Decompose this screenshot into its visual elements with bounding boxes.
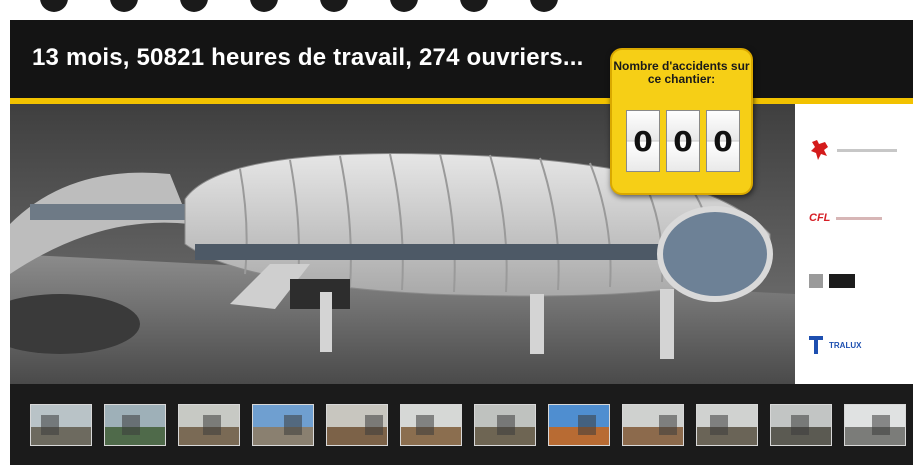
- photo-structure: [710, 415, 728, 435]
- counter-digits: 0 0 0: [626, 110, 740, 172]
- photo-thumbnail[interactable]: [178, 404, 240, 446]
- photo-ground: [253, 427, 313, 445]
- accident-counter: Nombre d'accidents sur ce chantier: 0 0 …: [610, 48, 753, 195]
- counter-digit: 0: [706, 110, 740, 172]
- construction-billboard: 13 mois, 50821 heures de travail, 274 ou…: [10, 20, 913, 465]
- photo-thumbnail[interactable]: [326, 404, 388, 446]
- photo-sky: [253, 405, 313, 427]
- photo-thumbnail[interactable]: [844, 404, 906, 446]
- decor-shape: [390, 0, 418, 12]
- photo-structure: [578, 415, 596, 435]
- headline: 13 mois, 50821 heures de travail, 274 ou…: [32, 44, 584, 71]
- photo-thumbnail[interactable]: [400, 404, 462, 446]
- photo-structure: [203, 415, 221, 435]
- decor-shape: [180, 0, 208, 12]
- counter-digit: 0: [626, 110, 660, 172]
- dark-box-logo: [809, 274, 855, 288]
- photo-thumbnail[interactable]: [474, 404, 536, 446]
- photo-structure: [41, 415, 59, 435]
- photo-structure: [791, 415, 809, 435]
- decor-shape: [110, 0, 138, 12]
- photo-structure: [416, 415, 434, 435]
- photo-thumbnail[interactable]: [770, 404, 832, 446]
- photo-thumbnail[interactable]: [548, 404, 610, 446]
- blue-t-icon: [809, 336, 823, 354]
- counter-digit: 0: [666, 110, 700, 172]
- photo-thumbnail[interactable]: [622, 404, 684, 446]
- cfl-wordmark: CFL: [809, 212, 831, 224]
- partner-logos-panel: CFL TRALUX: [795, 104, 913, 384]
- counter-title: Nombre d'accidents sur ce chantier:: [613, 59, 750, 86]
- grey-square-icon: [809, 274, 823, 288]
- photo-structure: [659, 415, 677, 435]
- photo-ground: [31, 427, 91, 445]
- logo-caption-line: [837, 148, 897, 152]
- dark-rectangle-icon: [829, 274, 855, 288]
- decor-shape: [250, 0, 278, 12]
- photo-thumbnail[interactable]: [696, 404, 758, 446]
- photo-thumbnail-strip: [10, 384, 913, 465]
- tralux-logo: TRALUX: [809, 336, 861, 354]
- photo-structure: [284, 415, 302, 435]
- photo-structure: [497, 415, 515, 435]
- photo-structure: [122, 415, 140, 435]
- lion-coat-of-arms-logo: [809, 138, 897, 162]
- photo-structure: [365, 415, 383, 435]
- cfl-logo: CFL: [809, 212, 883, 224]
- photo-thumbnail[interactable]: [104, 404, 166, 446]
- tralux-wordmark: TRALUX: [829, 340, 862, 350]
- decor-shape: [40, 0, 68, 12]
- decor-shape: [320, 0, 348, 12]
- decor-shape: [530, 0, 558, 12]
- red-lion-icon: [811, 140, 828, 160]
- photo-structure: [872, 415, 890, 435]
- photo-thumbnail[interactable]: [30, 404, 92, 446]
- top-decorative-strip: [0, 0, 913, 20]
- photo-sky: [31, 405, 91, 427]
- photo-thumbnail[interactable]: [252, 404, 314, 446]
- logo-caption-line: [836, 216, 883, 220]
- decor-shape: [460, 0, 488, 12]
